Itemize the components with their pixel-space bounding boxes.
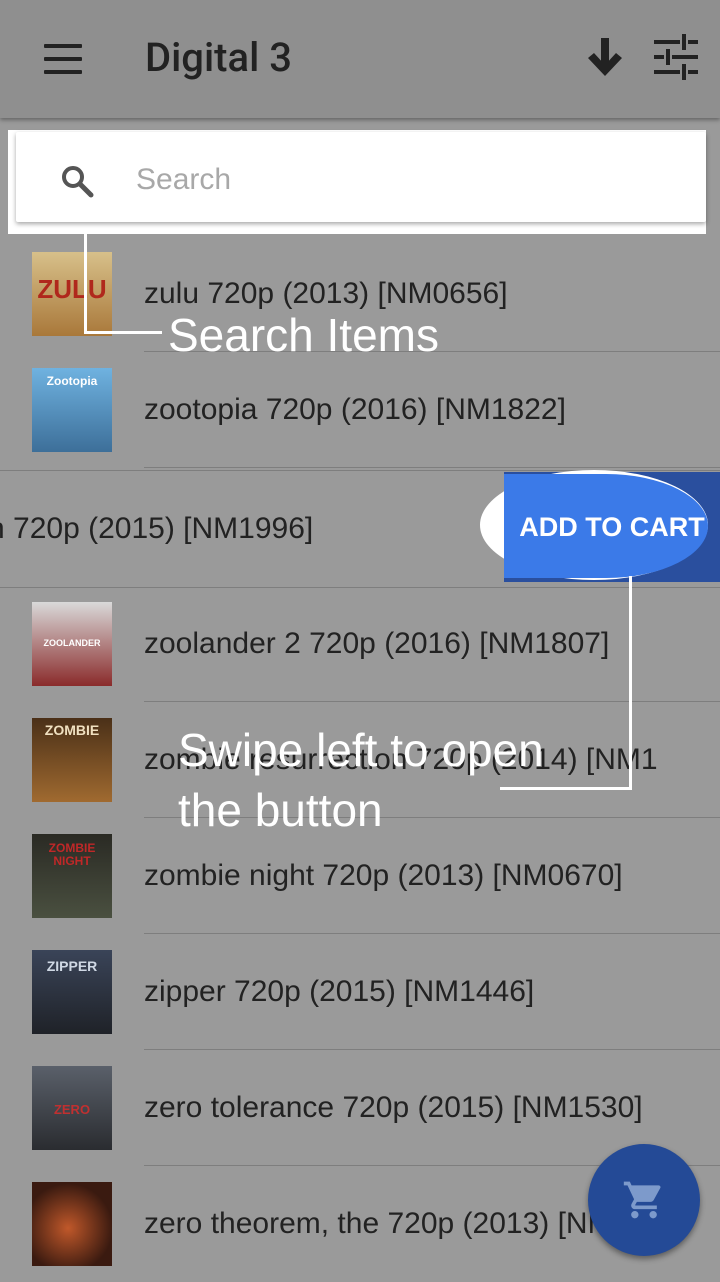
- poster-thumbnail: Zootopia: [32, 368, 112, 452]
- search-highlight: [8, 130, 706, 234]
- poster-thumbnail: ZOMBIE NIGHT: [32, 834, 112, 918]
- list-item[interactable]: ZIPPER zipper 720p (2015) [NM1446]: [0, 934, 720, 1050]
- list-item-label: n 720p (2015) [NM1996]: [0, 512, 314, 545]
- poster-thumbnail: ZOOLANDER: [32, 602, 112, 686]
- swipe-hint-line: the button: [178, 784, 383, 836]
- search-input[interactable]: [134, 152, 678, 208]
- search-hint-label: Search Items: [168, 309, 439, 361]
- poster-thumbnail: ZIPPER: [32, 950, 112, 1034]
- divider: [144, 467, 720, 468]
- callout-line: [84, 234, 87, 334]
- list-item-label: zipper 720p (2015) [NM1446]: [144, 975, 535, 1008]
- list-item-label: zootopia 720p (2016) [NM1822]: [144, 393, 566, 426]
- poster-thumbnail: [32, 1182, 112, 1266]
- add-to-cart-button[interactable]: ADD TO CART: [504, 472, 720, 582]
- arrow-down-icon[interactable]: [584, 34, 626, 80]
- list-item[interactable]: Zootopia zootopia 720p (2016) [NM1822]: [0, 352, 720, 468]
- callout-line: [629, 576, 632, 790]
- menu-icon[interactable]: [44, 44, 84, 74]
- search-bar[interactable]: [16, 132, 706, 222]
- cart-fab[interactable]: [588, 1144, 700, 1256]
- search-icon: [60, 164, 94, 198]
- page-title: Digital 3: [145, 34, 292, 81]
- poster-thumbnail: ZULU: [32, 252, 112, 336]
- list-item-label: zero tolerance 720p (2015) [NM1530]: [144, 1091, 643, 1124]
- poster-thumbnail: ZERO: [32, 1066, 112, 1150]
- callout-line: [84, 331, 162, 334]
- tune-icon[interactable]: [652, 34, 700, 80]
- poster-thumbnail: ZOMBIE: [32, 718, 112, 802]
- list-item[interactable]: ZERO zero tolerance 720p (2015) [NM1530]: [0, 1050, 720, 1166]
- app-bar: Digital 3: [0, 0, 720, 118]
- shopping-cart-icon: [623, 1181, 661, 1219]
- list-item-label: zoolander 2 720p (2016) [NM1807]: [144, 627, 610, 660]
- swipe-hint-line: Swipe left to open: [178, 724, 544, 776]
- swipe-hint-label: Swipe left to open the button: [178, 720, 544, 840]
- list-item-label: zero theorem, the 720p (2013) [NM: [144, 1207, 613, 1240]
- list-item[interactable]: ZOOLANDER zoolander 2 720p (2016) [NM180…: [0, 586, 720, 702]
